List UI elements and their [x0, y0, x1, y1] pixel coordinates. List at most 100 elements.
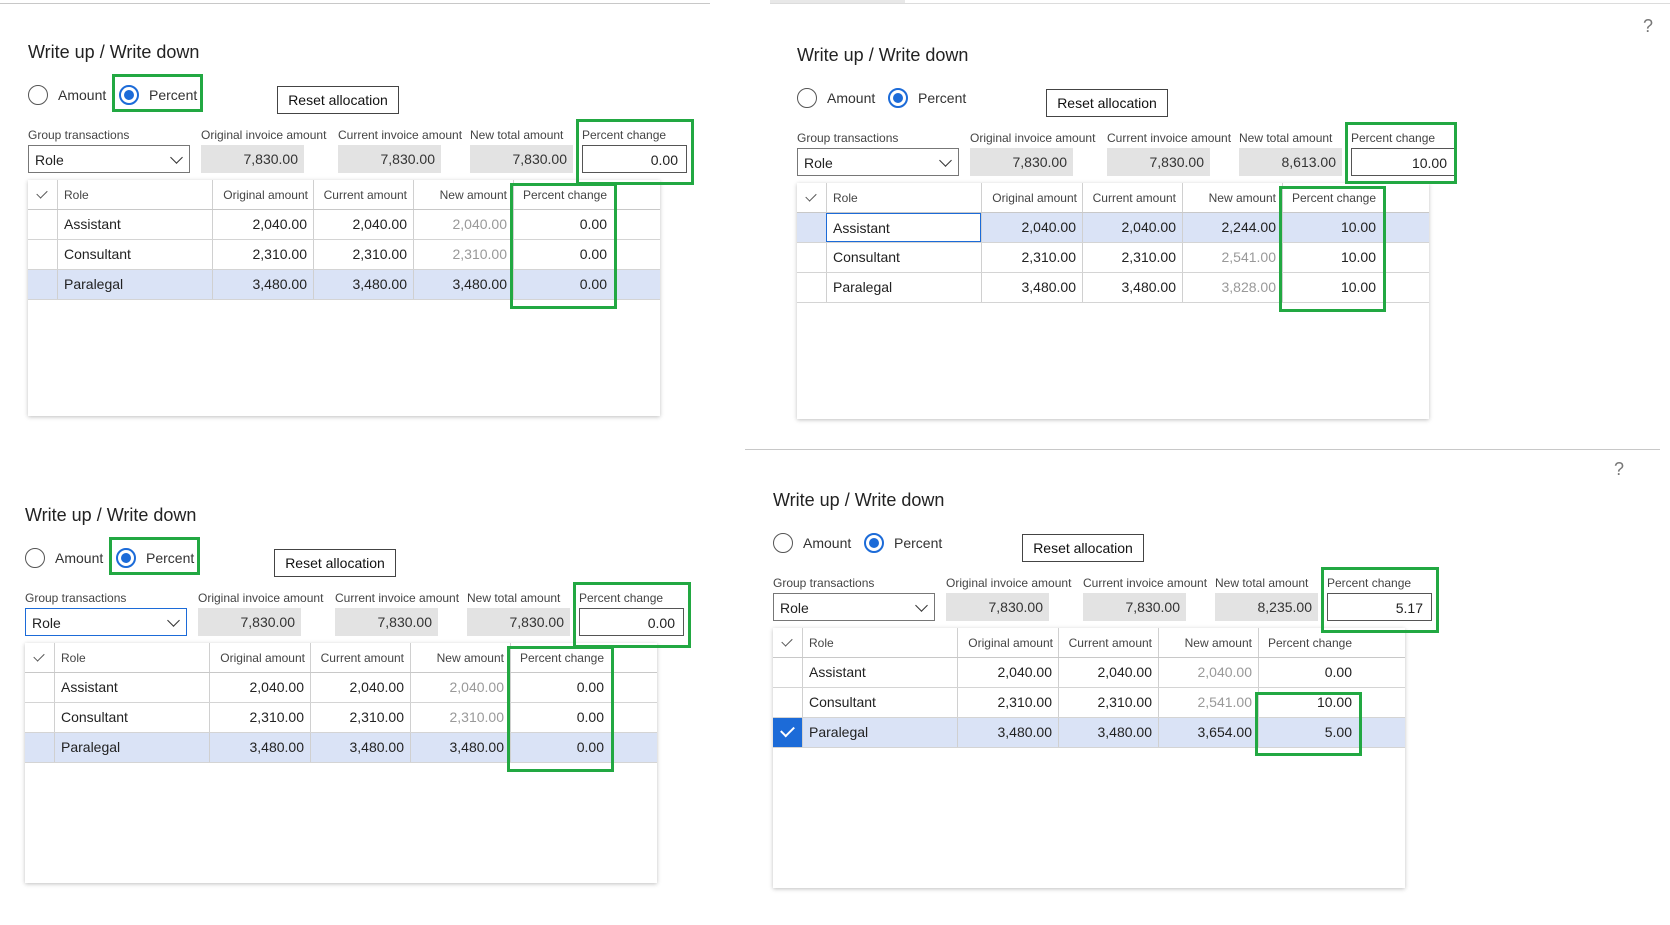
table-row[interactable]: Consultant 2,310.00 2,310.00 2,541.00 10… — [773, 688, 1405, 718]
original-invoice-label: Original invoice amount — [198, 591, 324, 605]
col-percent-change[interactable]: Percent change — [1282, 191, 1376, 205]
table-row[interactable]: Assistant 2,040.00 2,040.00 2,040.00 0.0… — [773, 658, 1405, 688]
group-transactions-value: Role — [804, 155, 833, 171]
select-all-check-icon[interactable] — [33, 650, 45, 662]
reset-allocation-button[interactable]: Reset allocation — [1022, 534, 1144, 562]
col-original-amount[interactable]: Original amount — [957, 636, 1053, 650]
table-row[interactable]: Assistant 2,040.00 2,040.00 2,040.00 0.0… — [25, 673, 657, 703]
cell-role: Assistant — [802, 658, 957, 687]
table-row[interactable]: Consultant 2,310.00 2,310.00 2,310.00 0.… — [28, 240, 660, 270]
cell-percent[interactable]: 0.00 — [510, 733, 610, 762]
top-divider-right — [770, 3, 1670, 4]
col-role[interactable]: Role — [61, 651, 86, 665]
reset-allocation-button[interactable]: Reset allocation — [277, 86, 399, 114]
cell-role: Paralegal — [57, 270, 212, 299]
select-all-check-icon[interactable] — [805, 190, 817, 202]
cell-current: 2,040.00 — [1058, 658, 1158, 687]
cell-percent[interactable]: 10.00 — [1282, 213, 1382, 242]
cell-percent[interactable]: 0.00 — [513, 270, 613, 299]
percent-radio-label: Percent — [146, 550, 195, 566]
group-transactions-select[interactable]: Role — [797, 148, 959, 176]
col-percent-change[interactable]: Percent change — [510, 651, 604, 665]
help-icon[interactable]: ? — [1614, 459, 1624, 480]
cell-current: 3,480.00 — [1082, 273, 1182, 302]
cell-percent[interactable]: 0.00 — [1258, 658, 1358, 687]
new-total-label: New total amount — [1215, 576, 1309, 590]
col-role[interactable]: Role — [809, 636, 834, 650]
percent-change-input[interactable]: 5.17 — [1327, 593, 1432, 621]
table-row[interactable]: Consultant 2,310.00 2,310.00 2,310.00 0.… — [25, 703, 657, 733]
cell-original: 3,480.00 — [212, 270, 313, 299]
current-invoice-label: Current invoice amount — [1107, 131, 1232, 145]
cell-current: 3,480.00 — [1058, 718, 1158, 747]
col-current-amount[interactable]: Current amount — [1058, 636, 1152, 650]
new-total-field: 8,613.00 — [1239, 148, 1342, 176]
cell-role: Paralegal — [54, 733, 209, 762]
cell-percent[interactable]: 0.00 — [513, 210, 613, 239]
col-original-amount[interactable]: Original amount — [981, 191, 1077, 205]
table-row-selected[interactable]: Paralegal 3,480.00 3,480.00 3,654.00 5.0… — [773, 718, 1405, 748]
new-total-field: 7,830.00 — [467, 608, 570, 636]
col-current-amount[interactable]: Current amount — [313, 188, 407, 202]
write-up-panel-2: Write up / Write down Amount Percent Res… — [797, 45, 1497, 465]
percent-radio[interactable] — [116, 548, 136, 568]
col-percent-change[interactable]: Percent change — [513, 188, 607, 202]
col-original-amount[interactable]: Original amount — [212, 188, 308, 202]
col-original-amount[interactable]: Original amount — [209, 651, 305, 665]
amount-radio[interactable] — [25, 548, 45, 568]
group-transactions-select[interactable]: Role — [25, 608, 187, 636]
table-row[interactable]: Paralegal 3,480.00 3,480.00 3,828.00 10.… — [797, 273, 1429, 303]
col-role[interactable]: Role — [64, 188, 89, 202]
cell-current: 3,480.00 — [313, 270, 413, 299]
col-new-amount[interactable]: New amount — [1182, 191, 1276, 205]
cell-percent[interactable]: 10.00 — [1282, 273, 1382, 302]
cell-new: 3,828.00 — [1182, 273, 1282, 302]
percent-radio[interactable] — [119, 85, 139, 105]
cell-percent[interactable]: 10.00 — [1258, 688, 1358, 717]
col-new-amount[interactable]: New amount — [1158, 636, 1252, 650]
col-current-amount[interactable]: Current amount — [310, 651, 404, 665]
table-row-selected[interactable]: Assistant 2,040.00 2,040.00 2,244.00 10.… — [797, 213, 1429, 243]
allocation-grid: Role Original amount Current amount New … — [797, 183, 1429, 419]
col-role[interactable]: Role — [833, 191, 858, 205]
original-invoice-label: Original invoice amount — [946, 576, 1072, 590]
table-row-selected[interactable]: Paralegal 3,480.00 3,480.00 3,480.00 0.0… — [25, 733, 657, 763]
help-icon[interactable]: ? — [1643, 16, 1653, 37]
col-new-amount[interactable]: New amount — [413, 188, 507, 202]
cell-percent[interactable]: 0.00 — [510, 673, 610, 702]
row-checked-icon[interactable] — [773, 718, 802, 747]
cell-role: Consultant — [826, 243, 981, 272]
table-row[interactable]: Assistant 2,040.00 2,040.00 2,040.00 0.0… — [28, 210, 660, 240]
cell-current: 2,310.00 — [1082, 243, 1182, 272]
group-transactions-select[interactable]: Role — [773, 593, 935, 621]
amount-radio[interactable] — [773, 533, 793, 553]
reset-allocation-button[interactable]: Reset allocation — [1046, 89, 1168, 117]
table-row[interactable]: Consultant 2,310.00 2,310.00 2,541.00 10… — [797, 243, 1429, 273]
percent-radio[interactable] — [864, 533, 884, 553]
select-all-check-icon[interactable] — [36, 187, 48, 199]
reset-allocation-button[interactable]: Reset allocation — [274, 549, 396, 577]
cell-percent[interactable]: 10.00 — [1282, 243, 1382, 272]
col-new-amount[interactable]: New amount — [410, 651, 504, 665]
col-current-amount[interactable]: Current amount — [1082, 191, 1176, 205]
cell-percent[interactable]: 0.00 — [513, 240, 613, 269]
percent-change-label: Percent change — [579, 591, 664, 605]
table-row-selected[interactable]: Paralegal 3,480.00 3,480.00 3,480.00 0.0… — [28, 270, 660, 300]
percent-change-input[interactable]: 0.00 — [582, 145, 687, 173]
amount-radio[interactable] — [797, 88, 817, 108]
amount-radio[interactable] — [28, 85, 48, 105]
cell-role-editing[interactable]: Assistant — [826, 213, 981, 242]
group-transactions-select[interactable]: Role — [28, 145, 190, 173]
cell-percent[interactable]: 0.00 — [510, 703, 610, 732]
percent-change-input[interactable]: 0.00 — [579, 608, 684, 636]
percent-radio[interactable] — [888, 88, 908, 108]
amount-radio-label: Amount — [55, 550, 104, 566]
col-percent-change[interactable]: Percent change — [1258, 636, 1352, 650]
write-up-panel-3: Write up / Write down Amount Percent Res… — [25, 505, 725, 925]
cell-original: 2,310.00 — [957, 688, 1058, 717]
cell-current: 3,480.00 — [310, 733, 410, 762]
select-all-check-icon[interactable] — [781, 635, 793, 647]
cell-original: 2,310.00 — [981, 243, 1082, 272]
cell-percent[interactable]: 5.00 — [1258, 718, 1358, 747]
percent-change-input[interactable]: 10.00 — [1351, 148, 1456, 176]
